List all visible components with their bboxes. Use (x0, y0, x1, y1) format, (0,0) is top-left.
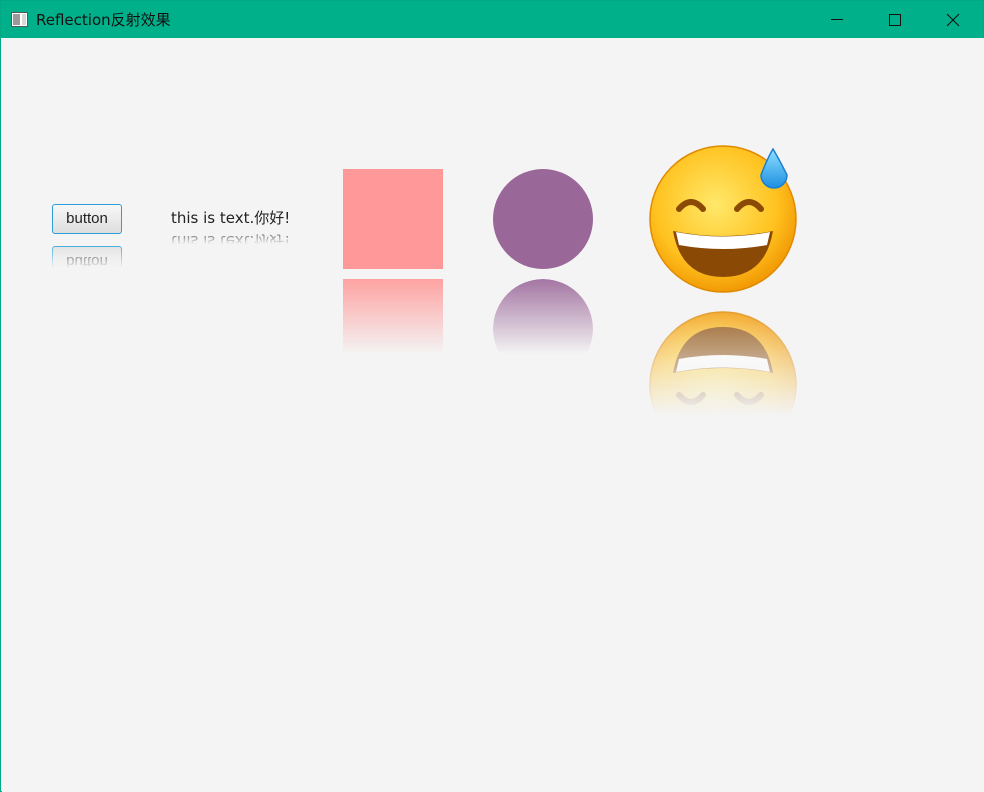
app-icon (11, 12, 28, 27)
minimize-icon (831, 19, 843, 20)
app-window: Reflection反射效果 button button this is tex… (0, 0, 984, 792)
minimize-button[interactable] (808, 1, 866, 38)
grinning-face-with-sweat-icon (649, 145, 797, 293)
demo-button[interactable]: button (52, 204, 122, 234)
demo-text: this is text.你好! (171, 209, 291, 227)
content-pane: button button this is text.你好! this is t… (2, 38, 984, 792)
maximize-icon (889, 14, 901, 26)
pink-rectangle (343, 169, 443, 269)
rectangle-reflection (343, 279, 443, 379)
close-icon (946, 13, 960, 27)
emoji-reflection (649, 311, 797, 459)
window-title: Reflection反射效果 (36, 11, 171, 29)
close-button[interactable] (924, 1, 982, 38)
button-reflection: button (52, 246, 122, 276)
button-reflection-label: button (52, 246, 122, 276)
purple-circle (493, 169, 593, 269)
text-reflection: this is text.你好! (171, 232, 291, 250)
title-bar[interactable]: Reflection反射效果 (1, 1, 983, 38)
circle-reflection (493, 279, 593, 379)
maximize-button[interactable] (866, 1, 924, 38)
